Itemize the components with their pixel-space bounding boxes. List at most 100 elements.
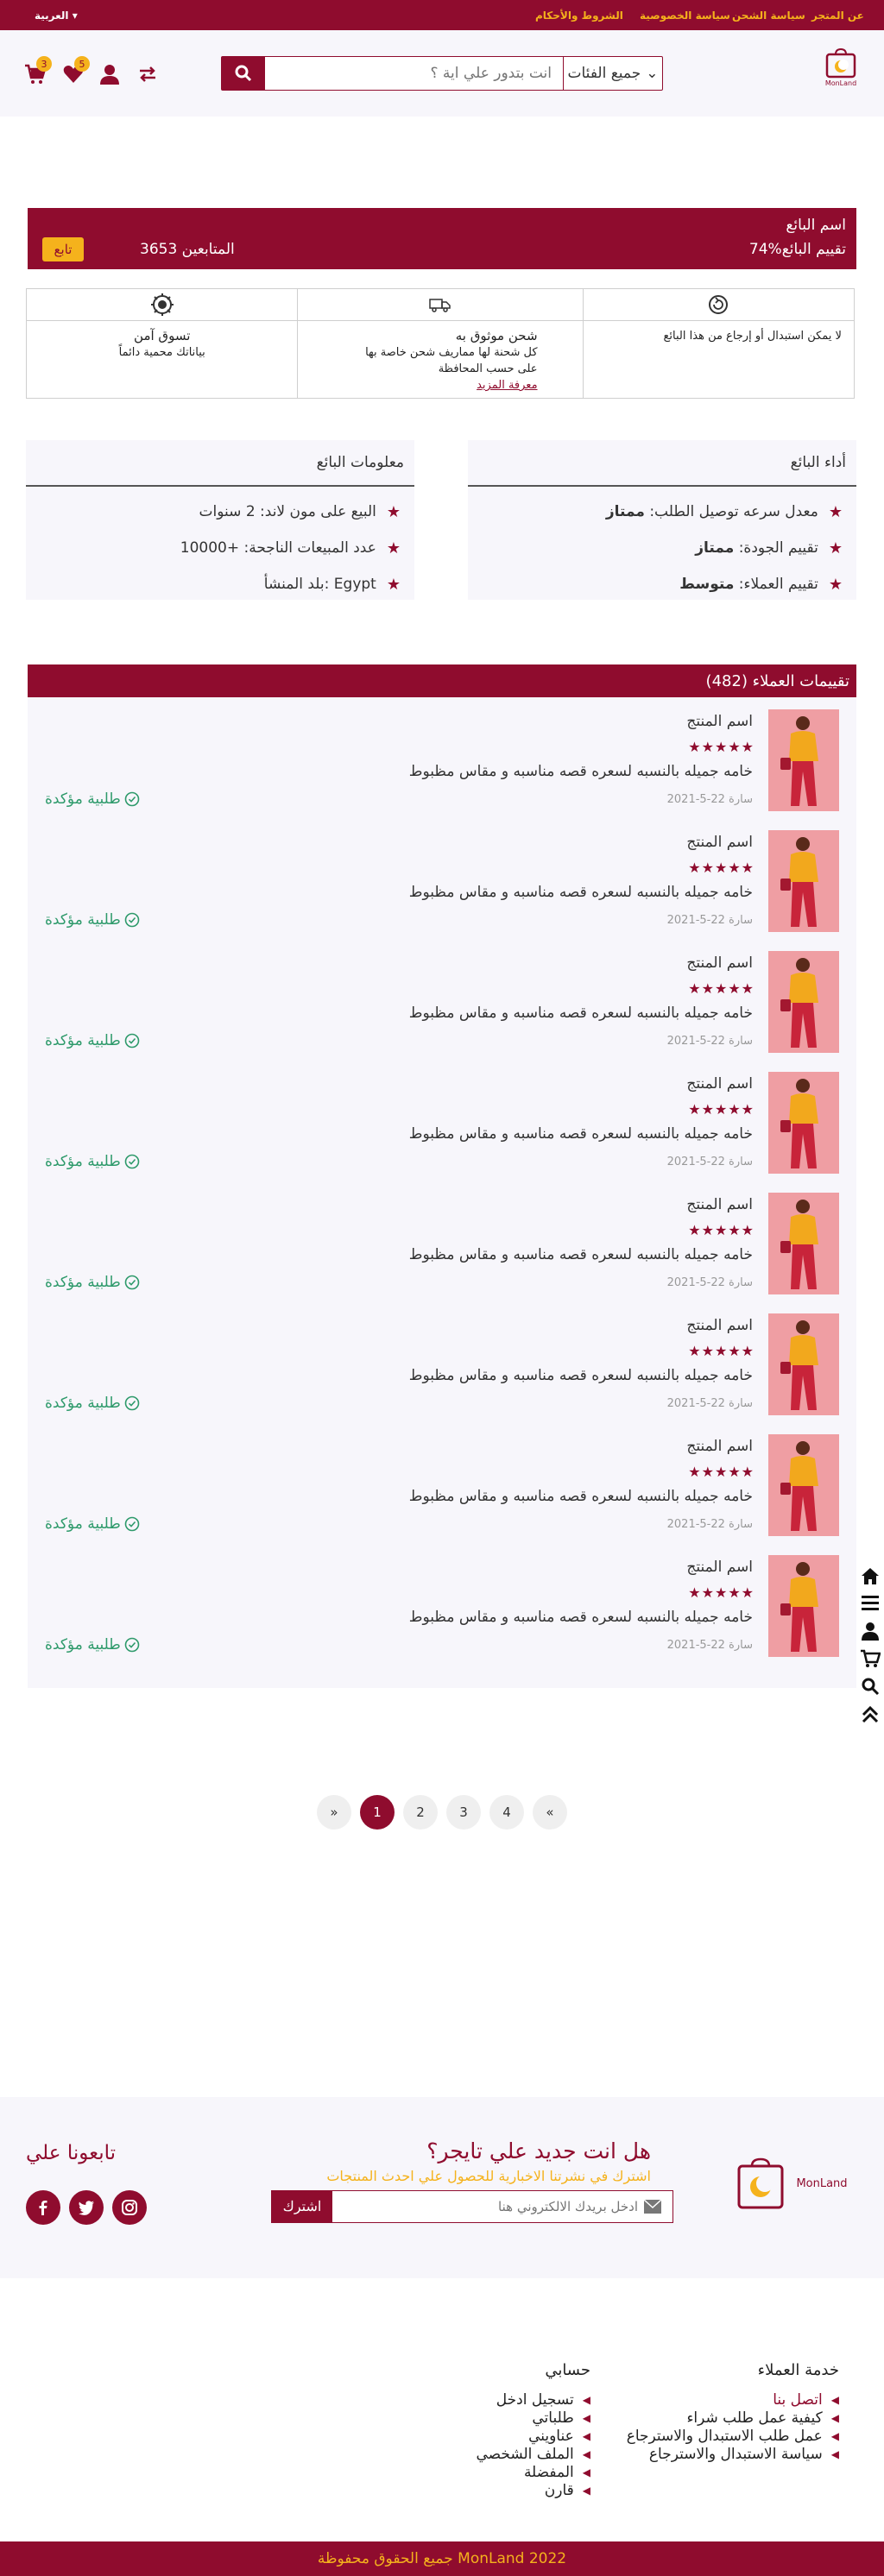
product-thumbnail[interactable] <box>768 1434 839 1536</box>
product-name[interactable]: اسم المنتج <box>686 1559 753 1576</box>
feature-text: كل شحنة لها مماريف شحن خاصة بها على حسب … <box>365 346 538 375</box>
list-icon <box>862 1596 879 1610</box>
review-date: 2021-5-22 سارة <box>666 1397 753 1410</box>
product-name[interactable]: اسم المنتج <box>686 713 753 730</box>
review-item: اسم المنتج ★★★★★ خامه جميله بالنسبه لسعره … <box>28 1301 856 1422</box>
page-1-button[interactable]: 1 <box>360 1795 395 1830</box>
feature-secure-shopping: تسوق آمن بياناتك محمية دائماً <box>27 289 298 398</box>
twitter-button[interactable] <box>69 2190 104 2225</box>
review-date: 2021-5-22 سارة <box>666 1639 753 1652</box>
how-to-order-link[interactable]: كيفية عمل طلب شراء ◀ <box>627 2409 839 2428</box>
page-3-button[interactable]: 3 <box>446 1795 481 1830</box>
column-title: خدمة العملاء <box>757 2361 839 2379</box>
cart-button[interactable]: 3 <box>24 56 52 85</box>
rating-stars: ★★★★★ <box>688 1584 755 1601</box>
review-date: 2021-5-22 سارة <box>666 1518 753 1531</box>
language-selector[interactable]: العربية ▾ <box>35 9 78 22</box>
product-thumbnail[interactable] <box>768 830 839 932</box>
performance-row: تقييم العملاء: متوسط ★ <box>679 575 843 594</box>
product-name[interactable]: اسم المنتج <box>686 954 753 972</box>
product-name[interactable]: اسم المنتج <box>686 834 753 851</box>
compare-link[interactable]: قارن ◀ <box>476 2482 590 2500</box>
check-circle-icon <box>124 1275 140 1290</box>
account-button[interactable] <box>98 63 121 85</box>
verified-order-badge: طلبية مؤكدة <box>45 911 140 929</box>
privacy-policy-link[interactable]: سياسة الخصوصية <box>640 9 730 22</box>
review-text: خامه جميله بالنسبه لسعره قصه مناسبه و مق… <box>408 884 753 901</box>
search-icon <box>235 65 252 82</box>
review-text: خامه جميله بالنسبه لسعره قصه مناسبه و مق… <box>408 1005 753 1022</box>
product-name[interactable]: اسم المنتج <box>686 1196 753 1213</box>
review-text: خامه جميله بالنسبه لسعره قصه مناسبه و مق… <box>408 1246 753 1263</box>
scroll-top-button[interactable] <box>856 1700 884 1728</box>
contact-us-link[interactable]: اتصل بنا ◀ <box>627 2391 839 2409</box>
check-circle-icon <box>124 1516 140 1532</box>
product-thumbnail[interactable] <box>768 1555 839 1657</box>
star-icon: ★ <box>828 575 843 594</box>
customer-service-column: خدمة العملاء اتصل بنا ◀ كيفية عمل طلب شرا… <box>627 2361 839 2464</box>
wishlist-button[interactable]: 5 <box>62 56 90 85</box>
newsletter-section: MonLand هل انت جديد علي تايجر؟ اشترك في … <box>0 2097 884 2278</box>
twitter-icon <box>79 2201 94 2215</box>
rating-stars: ★★★★★ <box>688 1101 755 1118</box>
product-name[interactable]: اسم المنتج <box>686 1438 753 1455</box>
home-button[interactable] <box>856 1562 884 1590</box>
categories-button[interactable] <box>856 1590 884 1617</box>
subscribe-button[interactable]: اشترك <box>272 2191 332 2222</box>
search-float-button[interactable] <box>856 1672 884 1700</box>
product-thumbnail[interactable] <box>768 1313 839 1415</box>
search-bar: جميع الفئات ⌄ <box>221 56 663 91</box>
seller-rating: 74%تقييم البائع <box>748 241 846 258</box>
page-4-button[interactable]: 4 <box>489 1795 524 1830</box>
return-policy-link[interactable]: سياسة الاستبدال والاسترجاع ◀ <box>627 2446 839 2464</box>
compare-button[interactable] <box>136 63 159 85</box>
last-page-button[interactable]: « <box>533 1795 567 1830</box>
check-circle-icon <box>124 912 140 928</box>
caret-left-icon: ◀ <box>830 2412 839 2424</box>
terms-link[interactable]: الشروط والأحكام <box>535 9 623 22</box>
addresses-link[interactable]: عناويني ◀ <box>476 2428 590 2446</box>
product-name[interactable]: اسم المنتج <box>686 1317 753 1334</box>
star-icon: ★ <box>828 539 843 557</box>
profile-link[interactable]: الملف الشخصي ◀ <box>476 2446 590 2464</box>
feature-text: لا يمكن استبدال أو إرجاع من هذا البائع <box>663 330 842 343</box>
newsletter-subtitle: اشترك في نشرتنا الاخبارية للحصول علي احد… <box>326 2168 651 2184</box>
logo[interactable]: MonLand <box>824 47 858 94</box>
wishlist-badge: 5 <box>74 56 90 72</box>
star-icon: ★ <box>386 502 401 521</box>
product-name[interactable]: اسم المنتج <box>686 1075 753 1093</box>
email-field[interactable] <box>332 2191 672 2222</box>
product-thumbnail[interactable] <box>768 951 839 1053</box>
favorites-link[interactable]: المفضلة ◀ <box>476 2464 590 2482</box>
caret-left-icon: ◀ <box>830 2394 839 2406</box>
return-request-link[interactable]: عمل طلب الاستبدال والاسترجاع ◀ <box>627 2428 839 2446</box>
seller-followers: 3653 المتابعين <box>140 241 235 258</box>
product-thumbnail[interactable] <box>768 709 839 811</box>
search-input[interactable] <box>264 57 562 90</box>
first-page-button[interactable]: » <box>317 1795 351 1830</box>
truck-icon <box>429 299 451 312</box>
review-item: اسم المنتج ★★★★★ خامه جميله بالنسبه لسعره … <box>28 818 856 939</box>
follow-button[interactable]: تابع <box>42 237 84 261</box>
rating-stars: ★★★★★ <box>688 860 755 876</box>
category-dropdown[interactable]: جميع الفئات ⌄ <box>563 57 662 90</box>
page-2-button[interactable]: 2 <box>403 1795 438 1830</box>
shipping-policy-link[interactable]: سياسة الشحن <box>732 9 805 22</box>
review-item: اسم المنتج ★★★★★ خامه جميله بالنسبه لسعره … <box>28 939 856 1060</box>
instagram-button[interactable] <box>112 2190 147 2225</box>
orders-link[interactable]: طلباتي ◀ <box>476 2409 590 2428</box>
chevron-down-icon: ⌄ <box>646 65 659 82</box>
verified-order-badge: طلبية مؤكدة <box>45 1274 140 1291</box>
product-thumbnail[interactable] <box>768 1072 839 1174</box>
search-button[interactable] <box>222 57 265 90</box>
verified-order-badge: طلبية مؤكدة <box>45 1032 140 1049</box>
product-thumbnail[interactable] <box>768 1193 839 1294</box>
cart-float-button[interactable] <box>856 1645 884 1672</box>
facebook-button[interactable] <box>26 2190 60 2225</box>
about-store-link[interactable]: عن المتجر <box>811 9 864 22</box>
profile-button[interactable] <box>856 1617 884 1645</box>
learn-more-link[interactable]: معرفة المزيد <box>477 379 537 392</box>
feature-no-returns: لا يمكن استبدال أو إرجاع من هذا البائع <box>582 289 854 398</box>
check-circle-icon <box>124 1637 140 1653</box>
login-link[interactable]: تسجيل ادخل ◀ <box>476 2391 590 2409</box>
